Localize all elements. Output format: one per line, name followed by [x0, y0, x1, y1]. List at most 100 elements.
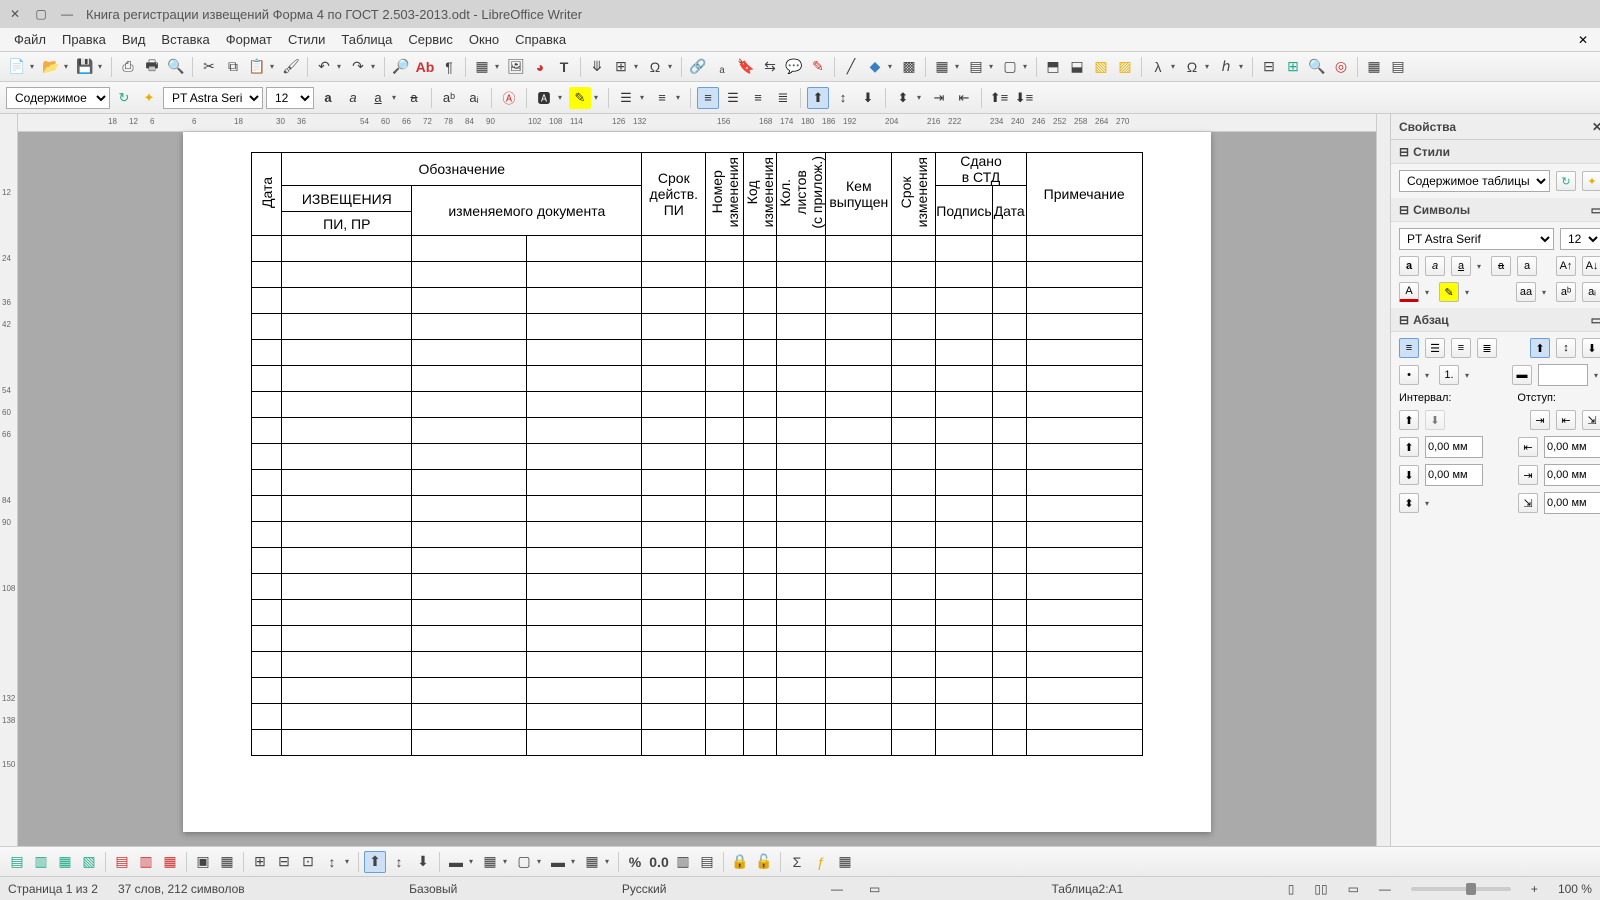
table-cell[interactable]	[744, 678, 777, 704]
indent-right[interactable]	[1544, 464, 1600, 486]
section-symbols[interactable]: ⊟Символы▭	[1391, 198, 1600, 222]
table-cell[interactable]	[892, 496, 936, 522]
table-cell[interactable]	[282, 652, 412, 678]
table-cell[interactable]	[252, 548, 282, 574]
menu-styles[interactable]: Стили	[280, 29, 333, 50]
table-cell[interactable]	[744, 288, 777, 314]
panel-shrink-font-icon[interactable]: A↓	[1582, 256, 1600, 276]
table-cell[interactable]	[642, 418, 706, 444]
table-cell[interactable]	[1026, 236, 1142, 262]
track-changes-icon[interactable]: ✎	[807, 56, 829, 78]
table-cell[interactable]	[527, 548, 642, 574]
border-color-icon[interactable]: ▦	[479, 851, 501, 873]
table-cell[interactable]	[826, 548, 892, 574]
table-row[interactable]	[252, 288, 1142, 314]
table-cell[interactable]	[936, 340, 992, 366]
table-cell[interactable]	[412, 626, 527, 652]
zoom-thumb[interactable]	[1466, 883, 1476, 895]
panel-bg-icon[interactable]: ▬	[1512, 365, 1532, 385]
open-dropdown[interactable]: ▾	[64, 62, 72, 71]
table-cell[interactable]	[936, 314, 992, 340]
table-dropdown[interactable]: ▾	[495, 62, 503, 71]
panel-strike-icon[interactable]: a	[1491, 256, 1511, 276]
table-cell[interactable]	[892, 470, 936, 496]
table-cell[interactable]	[936, 444, 992, 470]
table-cell[interactable]	[777, 392, 826, 418]
copy-icon[interactable]: ⧉	[222, 56, 244, 78]
table-cell[interactable]	[252, 444, 282, 470]
table-cell[interactable]	[936, 600, 992, 626]
table-cell[interactable]	[826, 444, 892, 470]
table-cell[interactable]	[527, 262, 642, 288]
redo-icon[interactable]: ↷	[347, 56, 369, 78]
table-cell[interactable]	[777, 574, 826, 600]
table-cell[interactable]	[777, 704, 826, 730]
omega-icon[interactable]: Ω	[1181, 56, 1203, 78]
table-cell[interactable]	[527, 652, 642, 678]
panel-hang-icon[interactable]: ⇲	[1582, 410, 1600, 430]
table-cell[interactable]	[706, 548, 744, 574]
table-cell[interactable]	[282, 574, 412, 600]
panel-ind-dec-icon[interactable]: ⇤	[1556, 410, 1576, 430]
table-row[interactable]	[252, 626, 1142, 652]
table-cell[interactable]	[826, 496, 892, 522]
bullet-dropdown[interactable]: ▾	[640, 93, 648, 102]
data-source-icon[interactable]: ⊟	[1258, 56, 1280, 78]
table-row[interactable]	[252, 678, 1142, 704]
bold-icon[interactable]: a	[317, 87, 339, 109]
table-cell[interactable]	[744, 548, 777, 574]
table-cell[interactable]	[642, 522, 706, 548]
close-icon[interactable]: ✕	[8, 7, 22, 21]
optimize-dd[interactable]: ▾	[345, 857, 353, 866]
table-cell[interactable]	[1026, 444, 1142, 470]
border-style-dd[interactable]: ▾	[469, 857, 477, 866]
save-icon[interactable]: 💾	[74, 56, 96, 78]
table-cell[interactable]	[744, 444, 777, 470]
table-cell[interactable]	[412, 496, 527, 522]
table-cell[interactable]	[1026, 730, 1142, 756]
table-cell[interactable]	[744, 236, 777, 262]
table-cell[interactable]	[1026, 262, 1142, 288]
table-cell[interactable]	[706, 418, 744, 444]
table-cell[interactable]	[826, 678, 892, 704]
table-cell[interactable]	[826, 730, 892, 756]
hyperlink-icon[interactable]: 🔗	[687, 56, 709, 78]
number-format-percent-icon[interactable]: %	[624, 851, 646, 873]
table-cell[interactable]	[936, 366, 992, 392]
fontcolor-dropdown[interactable]: ▾	[558, 93, 566, 102]
italic-icon[interactable]: a	[342, 87, 364, 109]
table-cell[interactable]	[777, 652, 826, 678]
table-cell[interactable]	[936, 418, 992, 444]
special-char-dropdown[interactable]: ▾	[668, 62, 676, 71]
table-cell[interactable]	[252, 418, 282, 444]
table-cell[interactable]	[992, 548, 1026, 574]
table-cell[interactable]	[282, 730, 412, 756]
table-cell[interactable]	[527, 600, 642, 626]
table-cell[interactable]	[777, 496, 826, 522]
table-row[interactable]	[252, 574, 1142, 600]
panel-linespacing-icon[interactable]: ⬍	[1399, 493, 1419, 513]
table-cell[interactable]	[744, 574, 777, 600]
table-cell[interactable]	[642, 236, 706, 262]
table-cell[interactable]	[744, 366, 777, 392]
panel-bg-dd[interactable]: ▾	[1594, 371, 1600, 380]
table-cell[interactable]	[936, 392, 992, 418]
table-cell[interactable]	[527, 522, 642, 548]
doc-view-icon[interactable]: ▤	[965, 56, 987, 78]
optimize-icon[interactable]: ↕	[321, 851, 343, 873]
panel-font-select[interactable]: PT Astra Serif	[1399, 228, 1554, 250]
table-cell[interactable]	[706, 288, 744, 314]
table-cell[interactable]	[412, 574, 527, 600]
section-styles[interactable]: ⊟Стили	[1391, 140, 1600, 164]
table-row[interactable]	[252, 340, 1142, 366]
number-dropdown[interactable]: ▾	[676, 93, 684, 102]
table-cell[interactable]	[1026, 314, 1142, 340]
table-row[interactable]	[252, 470, 1142, 496]
table-row[interactable]	[252, 730, 1142, 756]
table-cell[interactable]	[642, 496, 706, 522]
table-cell[interactable]	[282, 626, 412, 652]
table-cell[interactable]	[1026, 574, 1142, 600]
border-color-dd[interactable]: ▾	[503, 857, 511, 866]
table-cell[interactable]	[992, 236, 1026, 262]
table-cell[interactable]	[1026, 496, 1142, 522]
